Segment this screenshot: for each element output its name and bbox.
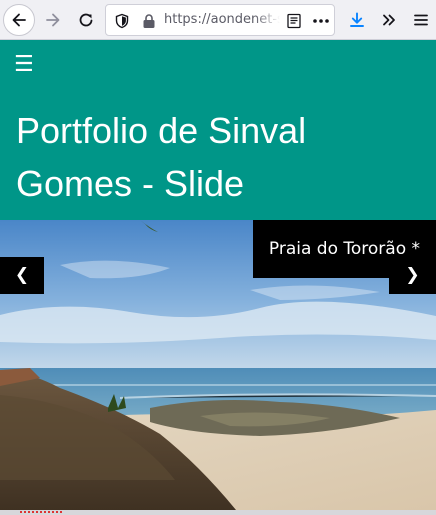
back-button[interactable] — [3, 4, 35, 36]
downloads-button[interactable] — [341, 4, 373, 36]
next-slide-button[interactable]: ❯ — [389, 257, 436, 294]
reader-view-icon[interactable] — [286, 13, 302, 29]
bottom-edge — [0, 510, 436, 515]
reload-icon — [79, 13, 93, 27]
shield-icon[interactable] — [114, 13, 130, 29]
page-title: Portfolio de Sinval Gomes - Slide — [16, 110, 307, 204]
slideshow: Praia do Tororão * ❮ ❯ — [0, 220, 436, 510]
back-arrow-icon — [12, 13, 26, 27]
previous-slide-button[interactable]: ❮ — [0, 257, 44, 294]
app-menu-button[interactable] — [405, 4, 436, 36]
page-header: ☰ Portfolio de Sinval Gomes - Slide — [0, 40, 436, 220]
lock-icon[interactable] — [142, 13, 156, 29]
url-bar[interactable]: https://aondenet-sinval.herokuapp.com/sl… — [105, 4, 335, 36]
chevron-double-right-icon — [383, 14, 395, 26]
forward-arrow-icon — [46, 13, 60, 27]
more-horizontal-icon[interactable] — [311, 12, 331, 30]
forward-button[interactable] — [37, 4, 69, 36]
url-text[interactable]: https://aondenet-sinval.herokuapp.com/sl… — [164, 12, 280, 30]
bottom-edge-marks — [20, 511, 62, 513]
download-icon — [350, 12, 364, 27]
reload-button[interactable] — [70, 4, 102, 36]
overflow-button[interactable] — [373, 4, 405, 36]
nav-menu-button[interactable]: ☰ — [14, 52, 38, 78]
hamburger-menu-icon — [414, 14, 428, 26]
browser-toolbar: https://aondenet-sinval.herokuapp.com/sl… — [0, 0, 436, 40]
